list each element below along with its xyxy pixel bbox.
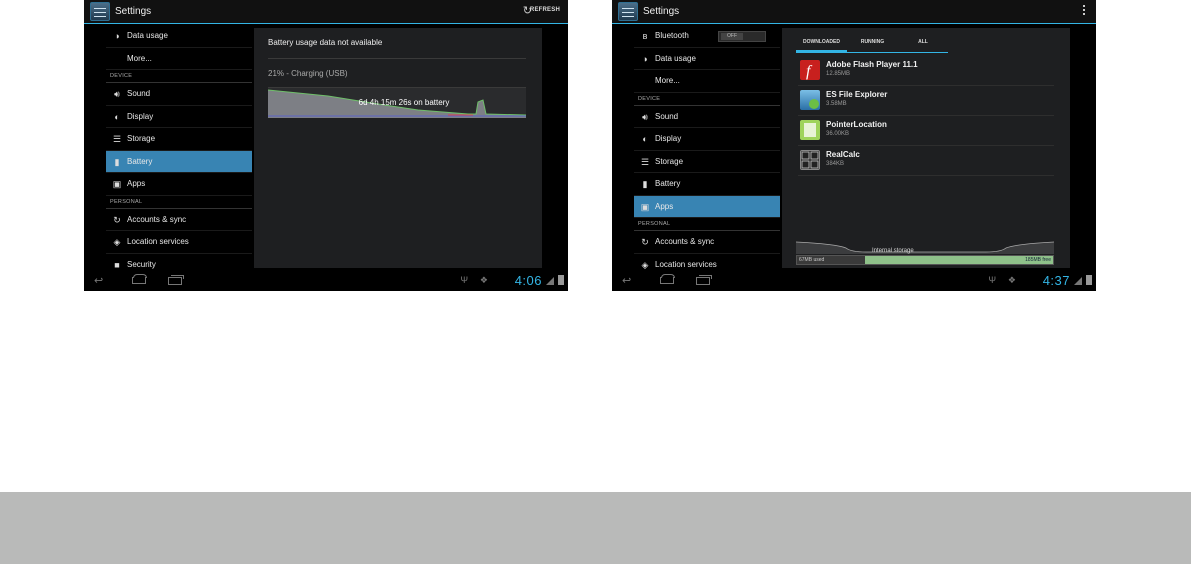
flash-player-icon: f xyxy=(800,60,820,80)
debug-icon: ❖ xyxy=(1007,275,1016,285)
section-header-personal: PERSONAL xyxy=(106,196,252,209)
settings-sidebar: ◑ Data usage More... DEVICE 🔊︎ Sound ◐ D… xyxy=(106,25,252,271)
usb-icon: Ψ xyxy=(460,275,468,285)
clock: 4:37 xyxy=(1042,273,1070,288)
apps-icon: ▣ xyxy=(112,179,122,189)
left-tablet-screen: Settings ↻ REFRESH ◑ Data usage More... … xyxy=(84,0,568,291)
storage-free: 185MB free xyxy=(865,256,1053,264)
sidebar-item-more[interactable]: More... xyxy=(634,70,780,93)
data-usage-icon: ◑ xyxy=(642,53,648,64)
file-explorer-icon xyxy=(800,90,820,110)
sidebar-item-security[interactable]: ■ Security xyxy=(106,254,252,272)
recent-apps-icon[interactable] xyxy=(696,275,712,285)
settings-sidebar: ʙ Bluetooth OFF ◑ Data usage More... DEV… xyxy=(634,25,780,271)
android-app-icon xyxy=(800,120,820,140)
storage-wave xyxy=(796,241,1054,254)
usb-icon: Ψ xyxy=(988,275,996,285)
sync-icon: ↻ xyxy=(641,237,649,247)
tab-running[interactable]: RUNNING xyxy=(847,34,898,52)
clock: 4:06 xyxy=(514,273,542,288)
signal-icon xyxy=(1074,277,1082,285)
data-usage-icon: ◑ xyxy=(114,31,120,41)
action-bar: Settings ↻ REFRESH xyxy=(84,0,568,24)
footer-band xyxy=(0,492,1191,564)
apps-icon: ▣ xyxy=(640,201,650,212)
sidebar-item-apps[interactable]: ▣ Apps xyxy=(634,195,780,218)
apps-panel: DOWNLOADED RUNNING ALL f Adobe Flash Pla… xyxy=(782,28,1070,268)
storage-icon: ☰ xyxy=(112,134,122,144)
back-icon[interactable]: ↩ xyxy=(94,274,103,288)
app-title: Settings xyxy=(643,6,680,17)
home-icon[interactable] xyxy=(660,274,675,284)
back-icon[interactable]: ↩ xyxy=(622,274,631,288)
location-icon: ◈ xyxy=(113,237,121,247)
app-list-item[interactable]: ES File Explorer 3.58MB xyxy=(798,86,1054,116)
section-header-personal: PERSONAL xyxy=(634,218,780,231)
system-bar: ↩ Ψ ❖ 4:06 xyxy=(84,271,568,291)
sidebar-item-apps[interactable]: ▣ Apps xyxy=(106,173,252,196)
sync-icon: ↻ xyxy=(113,214,121,225)
page: Settings ↻ REFRESH ◑ Data usage More... … xyxy=(0,0,1191,564)
bluetooth-toggle[interactable]: OFF xyxy=(718,31,766,42)
sound-icon: 🔊︎ xyxy=(114,89,120,99)
recent-apps-icon[interactable] xyxy=(168,275,184,285)
sidebar-item-storage[interactable]: ☰ Storage xyxy=(106,128,252,151)
display-icon: ◐ xyxy=(114,111,120,122)
home-icon[interactable] xyxy=(132,274,147,284)
refresh-button[interactable]: REFRESH xyxy=(530,7,560,13)
battery-icon: ▮ xyxy=(114,156,120,167)
bluetooth-icon: ʙ xyxy=(642,31,648,41)
sidebar-item-accounts-sync[interactable]: ↻ Accounts & sync xyxy=(106,209,252,231)
app-title: Settings xyxy=(115,6,152,17)
system-bar: ↩ Ψ ❖ 4:37 xyxy=(612,271,1096,291)
battery-status-message: Battery usage data not available xyxy=(268,38,383,47)
sidebar-item-battery[interactable]: ▮ Battery xyxy=(634,173,780,196)
sidebar-item-bluetooth[interactable]: ʙ Bluetooth OFF xyxy=(634,25,780,48)
sidebar-item-location-services[interactable]: ◈ Location services xyxy=(634,254,780,272)
battery-icon: ▮ xyxy=(642,179,648,189)
overflow-menu-icon[interactable] xyxy=(1083,5,1086,17)
storage-label: Internal storage xyxy=(872,248,914,254)
app-list-item[interactable]: f Adobe Flash Player 11.1 12.85MB xyxy=(798,56,1054,86)
calculator-icon xyxy=(800,150,820,170)
sound-icon: 🔊︎ xyxy=(642,111,648,122)
sidebar-item-display[interactable]: ◐ Display xyxy=(634,128,780,151)
sidebar-item-battery[interactable]: ▮ Battery xyxy=(106,150,252,173)
app-list-item[interactable]: PointerLocation 36.00KB xyxy=(798,116,1054,146)
sidebar-item-storage[interactable]: ☰ Storage xyxy=(634,151,780,173)
charge-status: 21% - Charging (USB) xyxy=(268,69,348,78)
sidebar-item-location-services[interactable]: ◈ Location services xyxy=(106,231,252,254)
lock-icon: ■ xyxy=(114,259,120,270)
tab-indicator xyxy=(796,50,847,53)
storage-bar: 67MB used 185MB free xyxy=(796,255,1054,265)
right-tablet-screen: Settings ʙ Bluetooth OFF ◑ Data usage Mo… xyxy=(612,0,1096,291)
section-header-device: DEVICE xyxy=(106,70,252,83)
display-icon: ◐ xyxy=(642,134,648,144)
battery-panel: Battery usage data not available 21% - C… xyxy=(254,28,542,268)
sidebar-item-accounts-sync[interactable]: ↻ Accounts & sync xyxy=(634,231,780,254)
svg-text:f: f xyxy=(806,63,813,80)
sidebar-item-sound[interactable]: 🔊︎ Sound xyxy=(634,106,780,128)
section-header-device: DEVICE xyxy=(634,93,780,106)
sidebar-item-display[interactable]: ◐ Display xyxy=(106,106,252,128)
sidebar-item-sound[interactable]: 🔊︎ Sound xyxy=(106,83,252,106)
battery-status-icon xyxy=(1086,275,1092,285)
sidebar-item-data-usage[interactable]: ◑ Data usage xyxy=(634,48,780,70)
divider xyxy=(268,58,526,59)
storage-used: 67MB used xyxy=(797,256,865,264)
signal-icon xyxy=(546,277,554,285)
debug-icon: ❖ xyxy=(479,275,488,285)
settings-icon[interactable] xyxy=(90,2,110,21)
sidebar-item-more[interactable]: More... xyxy=(106,48,252,70)
app-list-item[interactable]: RealCalc 384KB xyxy=(798,146,1054,176)
graph-label: 6d 4h 15m 26s on battery xyxy=(358,98,450,107)
sidebar-item-data-usage[interactable]: ◑ Data usage xyxy=(106,25,252,48)
battery-status-icon xyxy=(558,275,564,285)
storage-icon: ☰ xyxy=(640,156,650,167)
tab-all[interactable]: ALL xyxy=(898,34,948,52)
location-icon: ◈ xyxy=(641,259,649,270)
action-bar: Settings xyxy=(612,0,1096,24)
settings-icon[interactable] xyxy=(618,2,638,21)
